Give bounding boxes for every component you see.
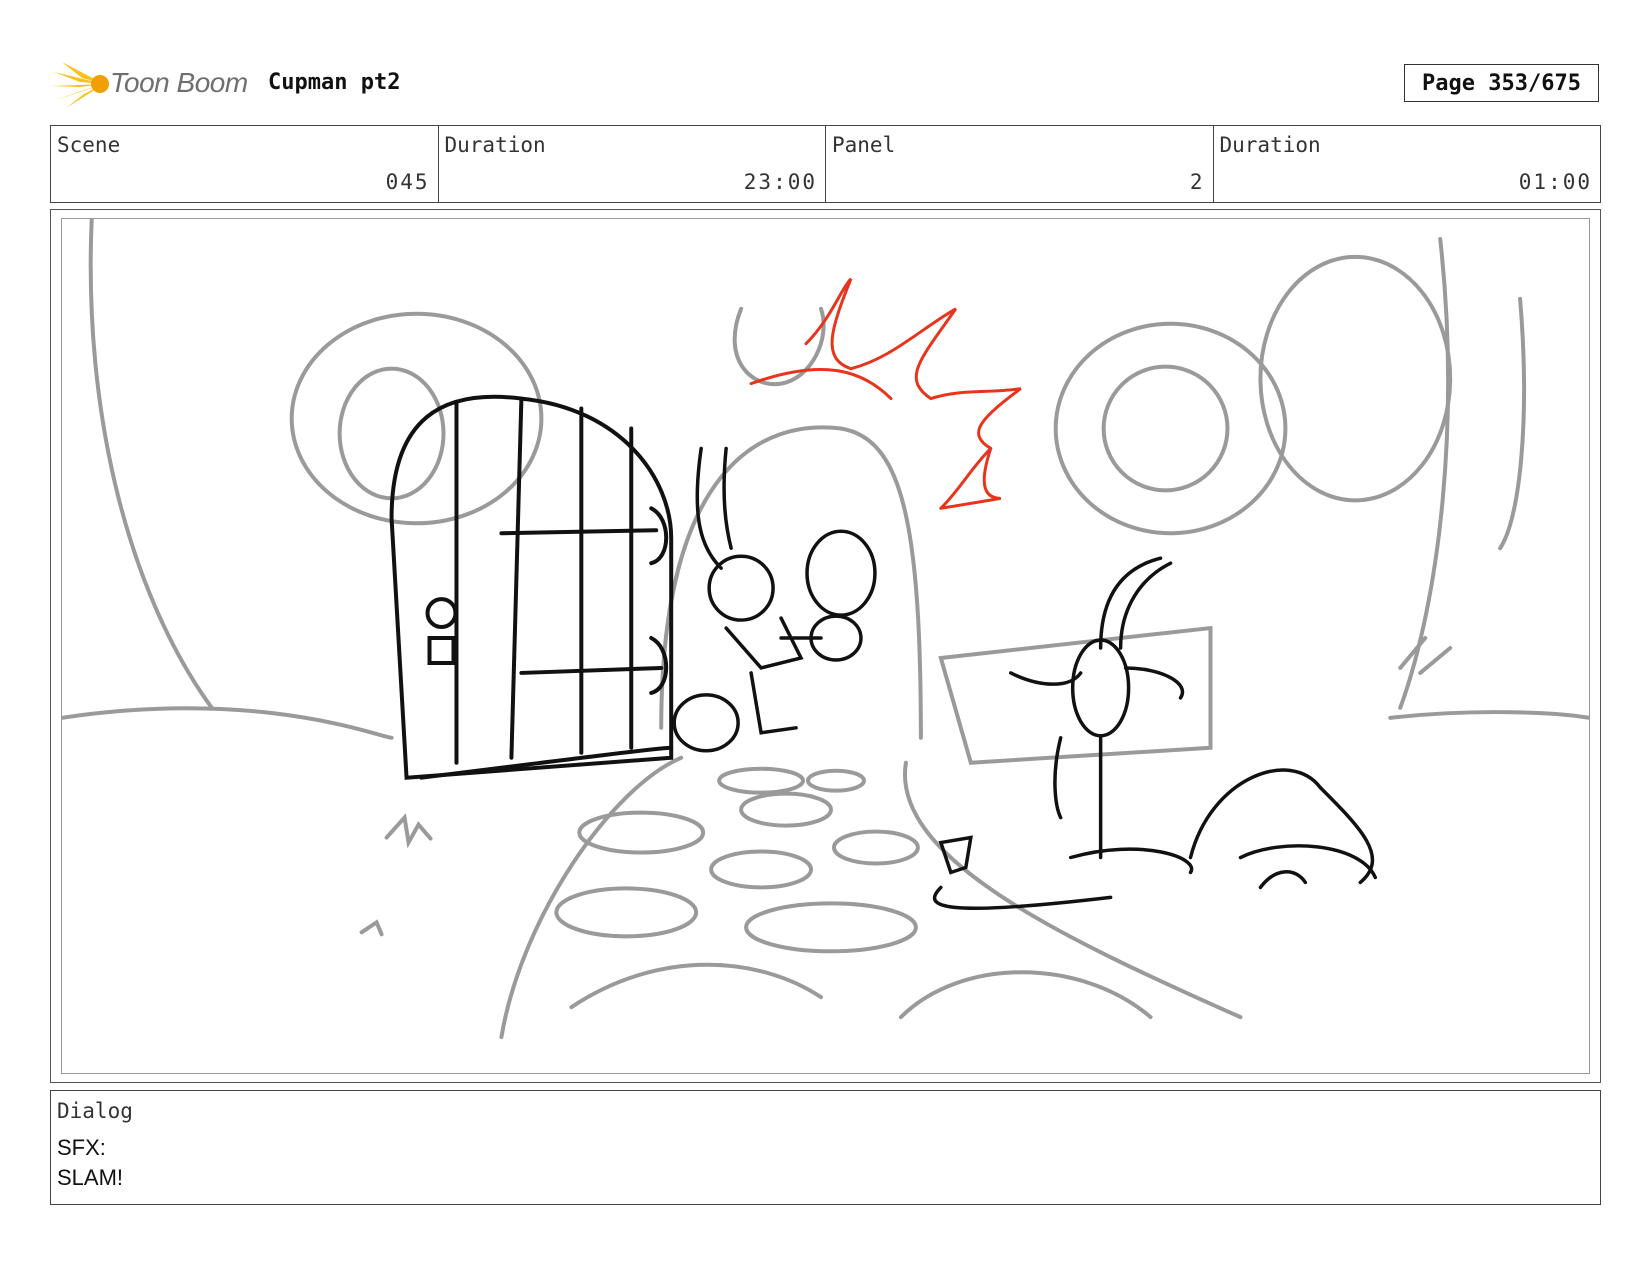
slam-impact-lines [749, 277, 1022, 510]
scene-duration-value: 23:00 [743, 170, 817, 194]
scene-value: 045 [385, 170, 430, 194]
scene-duration-label: Duration [444, 133, 546, 157]
storyboard-sketch [62, 219, 1589, 1040]
storyboard-panel [50, 209, 1601, 1083]
panel-label: Panel [832, 133, 896, 157]
panel-duration-label: Duration [1219, 133, 1321, 157]
cuphead-character-sketch [672, 446, 877, 753]
panel-drawing-area [61, 218, 1590, 1074]
panel-cell: Panel 2 [826, 126, 1214, 202]
scene-cell: Scene 045 [51, 126, 439, 202]
project-title: Cupman pt2 [268, 70, 401, 95]
dialog-label: Dialog [57, 1099, 133, 1123]
panel-duration-value: 01:00 [1518, 170, 1592, 194]
goat-character-sketch [932, 556, 1378, 911]
scene-duration-cell: Duration 23:00 [439, 126, 826, 202]
panel-duration-cell: Duration 01:00 [1214, 126, 1601, 202]
dialog-box: Dialog SFX: SLAM! [50, 1090, 1601, 1205]
scene-info-table: Scene 045 Duration 23:00 Panel 2 Duratio… [50, 125, 1601, 203]
open-door-sketch [389, 394, 674, 780]
panel-value: 2 [1189, 170, 1205, 194]
dialog-lines: SFX: SLAM! [57, 1133, 123, 1193]
dialog-line: SFX: [57, 1135, 106, 1160]
background-sketch [62, 219, 1589, 1040]
scene-label: Scene [57, 133, 121, 157]
logo-text: Toon Boom [110, 67, 248, 98]
page-indicator: Page 353/675 [1404, 64, 1599, 102]
dialog-line: SLAM! [57, 1165, 124, 1190]
starburst-logo-icon [52, 62, 109, 108]
